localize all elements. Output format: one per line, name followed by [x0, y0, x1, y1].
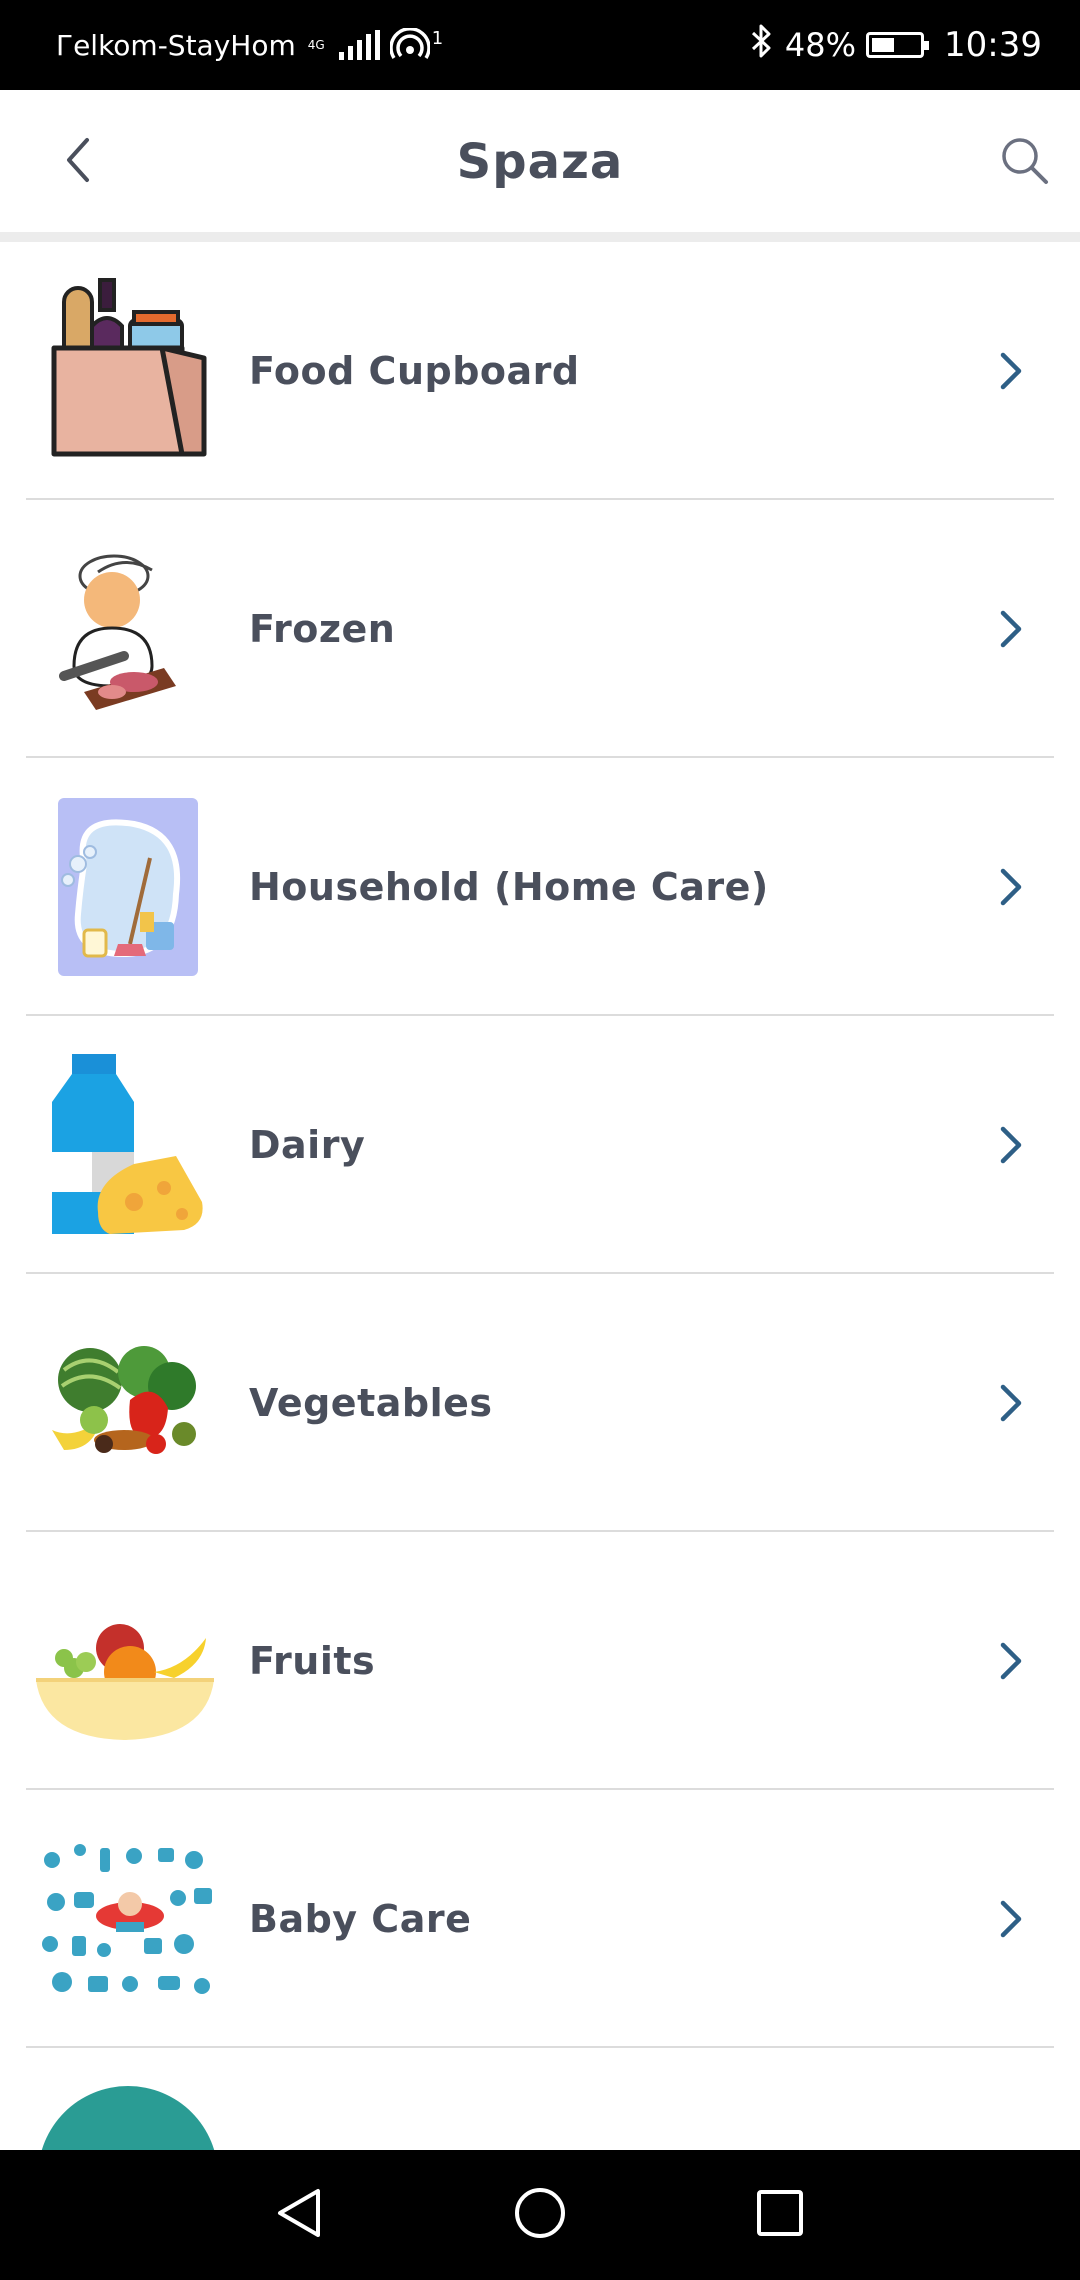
clock: 10:39: [944, 25, 1042, 65]
page-title: Spaza: [456, 134, 624, 190]
back-button[interactable]: [48, 130, 108, 194]
chevron-right-icon: [990, 1378, 1030, 1428]
search-icon: [998, 134, 1050, 190]
carrier-name: Гelkom-StayHom: [56, 28, 296, 62]
battery-icon: [866, 32, 930, 58]
category-item-fruits[interactable]: Fruits: [0, 1532, 1080, 1790]
chevron-left-icon: [63, 136, 93, 188]
network-type: 4G: [307, 38, 325, 52]
category-item-dairy[interactable]: Dairy: [0, 1016, 1080, 1274]
triangle-back-icon: [272, 2185, 328, 2245]
category-list: Food Cupboard Frozen Household (Home Car…: [0, 242, 1080, 2048]
fruit-bowl-icon: [34, 1568, 220, 1754]
square-recents-icon: [752, 2185, 808, 2245]
header-divider: [0, 232, 1080, 242]
circle-home-icon: [512, 2185, 568, 2245]
category-item-food-cupboard[interactable]: Food Cupboard: [0, 242, 1080, 500]
search-button[interactable]: [992, 130, 1056, 194]
status-bar: Гelkom-StayHom 4G 1 48% 10:39: [0, 0, 1080, 90]
category-label: Fruits: [249, 1639, 376, 1683]
category-label: Baby Care: [249, 1897, 472, 1941]
grocery-bag-icon: [34, 278, 220, 464]
chevron-right-icon: [990, 862, 1030, 912]
category-label: Vegetables: [249, 1381, 493, 1425]
nav-recents-button[interactable]: [745, 2180, 815, 2250]
battery-percent: 48%: [784, 26, 857, 64]
chevron-right-icon: [990, 1636, 1030, 1686]
category-label: Dairy: [249, 1123, 366, 1167]
vegetables-icon: [34, 1310, 220, 1496]
cleaning-icon: [34, 794, 220, 980]
nav-home-button[interactable]: [505, 2180, 575, 2250]
chevron-right-icon: [990, 604, 1030, 654]
category-label: Household (Home Care): [249, 865, 769, 909]
bluetooth-icon: [749, 23, 775, 67]
chevron-right-icon: [990, 1120, 1030, 1170]
hotspot-icon: 1: [389, 28, 444, 62]
chevron-right-icon: [990, 1894, 1030, 1944]
butcher-icon: [34, 536, 220, 722]
hotspot-count: 1: [431, 28, 444, 49]
milk-cheese-icon: [34, 1052, 220, 1238]
category-item-frozen[interactable]: Frozen: [0, 500, 1080, 758]
category-label: Food Cupboard: [249, 349, 580, 393]
chevron-right-icon: [990, 346, 1030, 396]
category-label: Frozen: [249, 607, 396, 651]
category-item-household[interactable]: Household (Home Care): [0, 758, 1080, 1016]
system-nav-bar: [0, 2150, 1080, 2280]
status-right: 48% 10:39: [749, 23, 1042, 67]
app-header: Spaza: [0, 90, 1080, 234]
category-item-vegetables[interactable]: Vegetables: [0, 1274, 1080, 1532]
nav-back-button[interactable]: [265, 2180, 335, 2250]
baby-items-icon: [34, 1826, 220, 2012]
signal-icon: [338, 30, 380, 60]
status-left: Гelkom-StayHom 4G 1: [56, 28, 443, 62]
category-item-baby-care[interactable]: Baby Care: [0, 1790, 1080, 2048]
